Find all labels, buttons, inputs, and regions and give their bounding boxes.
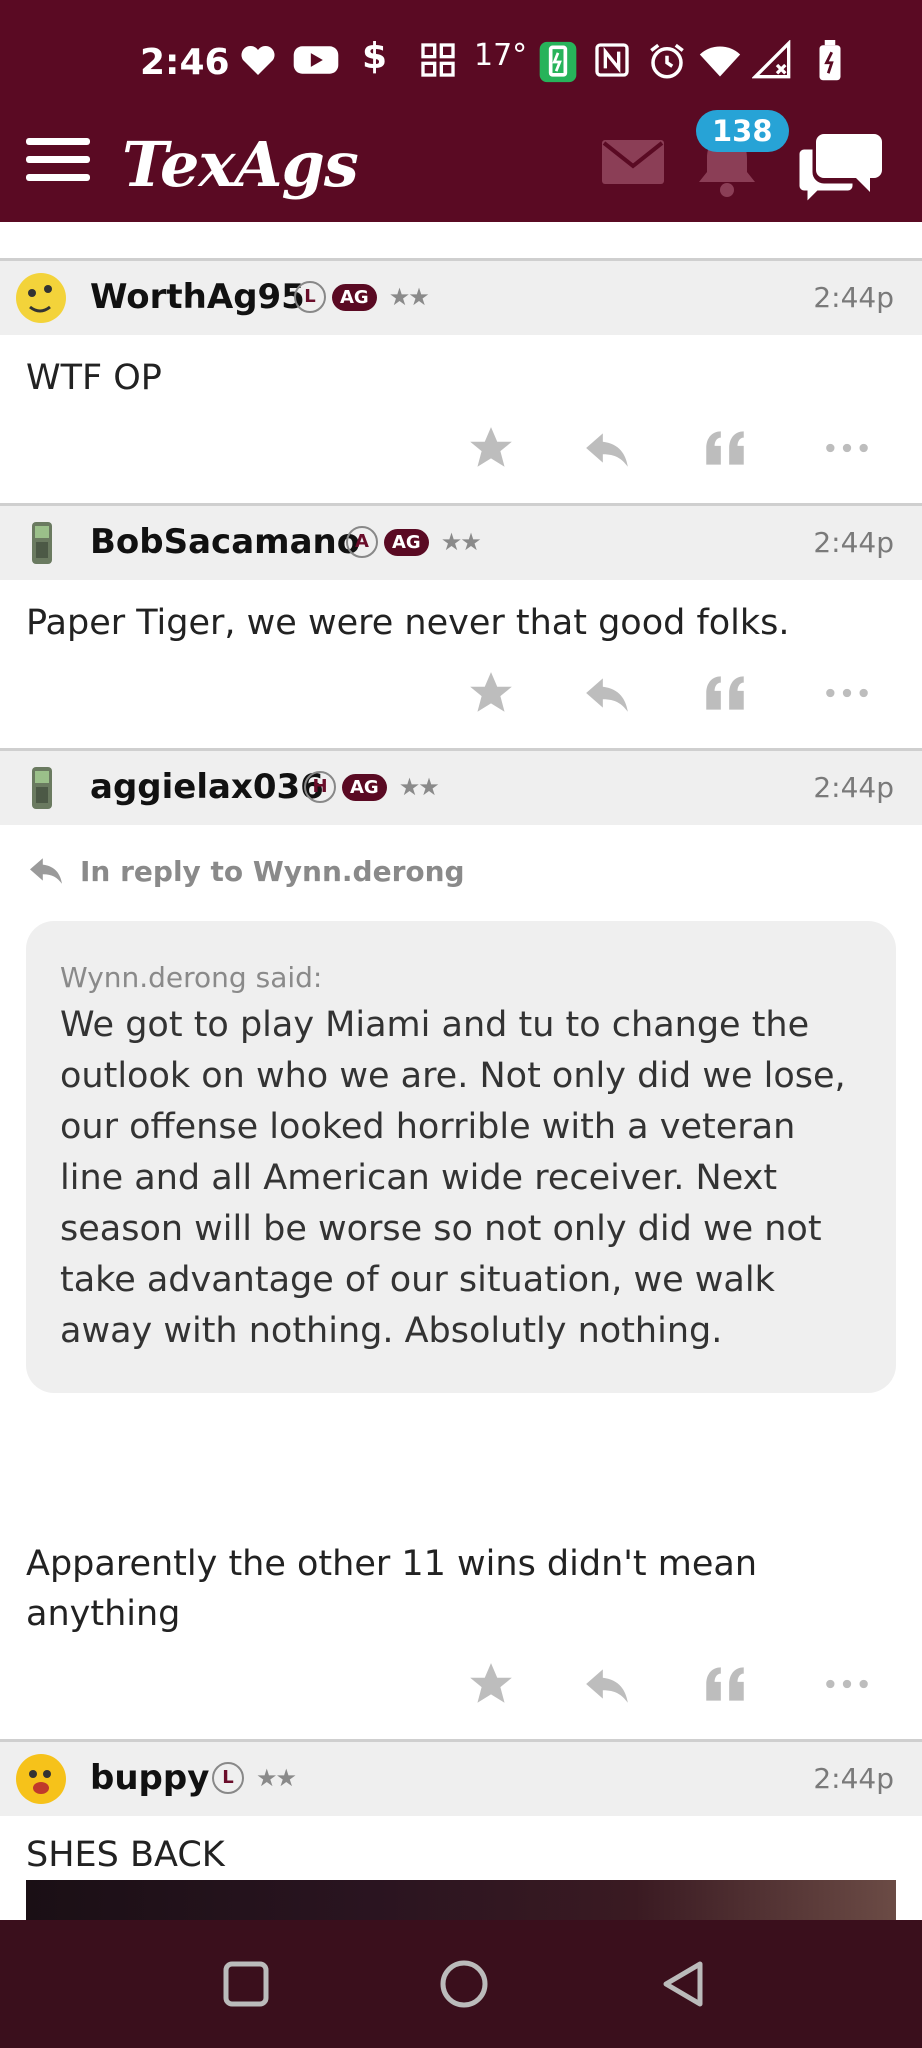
quote-icon[interactable] [700, 668, 750, 718]
post-time[interactable]: 2:44p [813, 1762, 894, 1795]
post-text: Paper Tiger, we were never that good fol… [26, 603, 790, 643]
user-badges: L ★★ [212, 1762, 297, 1794]
reply-to-label: In reply to Wynn.derong [80, 854, 465, 888]
reply-icon[interactable] [582, 1659, 632, 1709]
avatar[interactable] [14, 516, 68, 570]
menu-icon[interactable] [26, 138, 90, 186]
post-header: WorthAg95 L AG ★★ 2:44p [0, 261, 922, 335]
post-header: BobSacamano A AG ★★ 2:44p [0, 506, 922, 580]
more-icon[interactable] [822, 668, 872, 718]
post-actions [0, 648, 922, 748]
wifi-icon [699, 46, 741, 77]
post-text: WTF OP [26, 358, 162, 398]
post: BobSacamano A AG ★★ 2:44p Paper Tiger, w… [0, 506, 922, 751]
reply-icon [30, 858, 62, 884]
username[interactable]: buppy [90, 1758, 209, 1798]
post: WorthAg95 L AG ★★ 2:44p WTF OP [0, 261, 922, 506]
status-time: 2:46 [140, 42, 230, 83]
username[interactable]: aggielax036 [90, 767, 324, 807]
post-header: aggielax036 H AG ★★ 2:44p [0, 751, 922, 825]
status-bar: 2:46 $ 17° [0, 30, 922, 94]
notification-badge[interactable]: 138 [696, 110, 789, 152]
youtube-icon [293, 46, 339, 74]
avatar[interactable] [14, 1752, 68, 1806]
avatar[interactable] [14, 271, 68, 325]
ag-badge: AG [384, 528, 429, 556]
battery-saver-icon [539, 41, 577, 83]
top-bar: 2:46 $ 17° TexAgs 138 [0, 0, 922, 222]
quote-icon[interactable] [700, 1659, 750, 1709]
more-icon[interactable] [822, 423, 872, 473]
user-badge: L [294, 281, 326, 313]
app-bar: TexAgs 138 [0, 110, 922, 222]
system-nav-bar [0, 1920, 922, 2048]
reply-icon[interactable] [582, 423, 632, 473]
mail-icon[interactable] [602, 140, 664, 184]
more-icon[interactable] [822, 1659, 872, 1709]
thread-content[interactable]: WorthAg95 L AG ★★ 2:44p WTF OP BobSacama… [0, 222, 922, 1880]
post-actions [0, 403, 922, 503]
home-icon[interactable] [436, 1956, 492, 2012]
rating-stars: ★★ [256, 1764, 297, 1792]
app-logo[interactable]: TexAgs [122, 128, 359, 201]
username[interactable]: BobSacamano [90, 522, 360, 562]
avatar[interactable] [14, 761, 68, 815]
ag-badge: AG [332, 283, 377, 311]
post-time[interactable]: 2:44p [813, 281, 894, 314]
post-time[interactable]: 2:44p [813, 526, 894, 559]
post-text: Apparently the other 11 wins didn't mean… [26, 1544, 758, 1634]
post-image[interactable] [26, 1880, 896, 1920]
chat-icon[interactable] [796, 128, 886, 208]
user-badges: A AG ★★ [346, 526, 482, 558]
rating-stars: ★★ [388, 283, 430, 311]
post-actions [0, 1639, 922, 1739]
user-badges: H AG ★★ [304, 771, 440, 803]
alarm-icon [650, 43, 684, 79]
grid-icon [421, 43, 455, 77]
quote-text: We got to play Miami and tu to change th… [60, 1005, 846, 1351]
post-time[interactable]: 2:44p [813, 771, 894, 804]
quote-block: Wynn.derong said: We got to play Miami a… [26, 921, 896, 1393]
post: aggielax036 H AG ★★ 2:44p In reply to Wy… [0, 751, 922, 1742]
user-badge: A [346, 526, 378, 558]
battery-icon [819, 40, 841, 81]
reply-icon[interactable] [582, 668, 632, 718]
signal-icon [752, 40, 791, 79]
temperature: 17° [474, 38, 528, 73]
back-icon[interactable] [656, 1956, 712, 2012]
star-icon[interactable] [466, 423, 516, 473]
post-text: SHES BACK [26, 1835, 225, 1875]
quote-author: Wynn.derong said: [60, 961, 323, 994]
heart-icon [241, 45, 275, 75]
rating-stars: ★★ [440, 528, 482, 556]
rating-stars: ★★ [398, 773, 440, 801]
reply-context[interactable]: In reply to Wynn.derong [0, 825, 922, 897]
dollar-icon: $ [362, 36, 388, 77]
nfc-icon [595, 43, 629, 77]
post-header: buppy L ★★ 2:44p [0, 1742, 922, 1816]
recents-icon[interactable] [218, 1956, 274, 2012]
star-icon[interactable] [466, 668, 516, 718]
ag-badge: AG [342, 773, 387, 801]
star-icon[interactable] [466, 1659, 516, 1709]
username[interactable]: WorthAg95 [90, 277, 305, 317]
user-badges: L AG ★★ [294, 281, 430, 313]
post: buppy L ★★ 2:44p SHES BACK [0, 1742, 922, 1880]
user-badge: L [212, 1762, 244, 1794]
user-badge: H [304, 771, 336, 803]
quote-icon[interactable] [700, 423, 750, 473]
